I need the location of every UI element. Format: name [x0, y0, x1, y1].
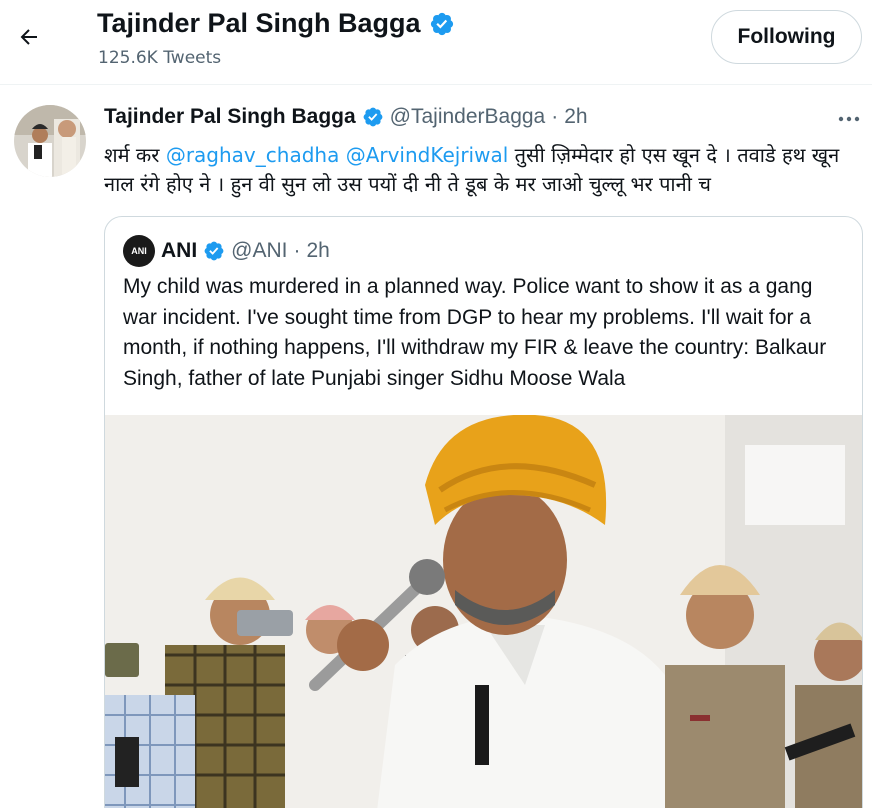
news-photo — [105, 415, 862, 808]
verified-badge-icon — [430, 12, 453, 35]
quote-header: ANI ANI @ANI · 2h — [123, 235, 330, 267]
quote-tweet-card[interactable]: ANI ANI @ANI · 2h My child was murdered … — [104, 216, 863, 808]
avatar-photo — [14, 105, 86, 177]
logo-text: ANI — [131, 246, 147, 256]
avatar[interactable] — [14, 105, 86, 177]
quote-text: My child was murdered in a planned way. … — [123, 275, 827, 390]
more-dots-icon — [838, 116, 860, 122]
more-button[interactable] — [832, 104, 866, 134]
back-button[interactable] — [10, 18, 48, 56]
tweet-time[interactable]: 2h — [564, 105, 587, 129]
ani-logo: ANI — [123, 235, 155, 267]
quote-author-name: ANI — [161, 239, 198, 262]
mention-link[interactable]: @raghav_chadha — [166, 143, 340, 167]
tweet-count: 125.6K Tweets — [98, 48, 222, 68]
tweet-text-start: शर्म कर — [104, 143, 166, 167]
meta-separator: · — [293, 239, 301, 262]
mention-link[interactable]: @ArvindKejriwal — [346, 143, 509, 167]
page-title: Tajinder Pal Singh Bagga — [97, 8, 421, 38]
author-handle[interactable]: @TajinderBagga — [390, 105, 546, 129]
arrow-left-icon — [20, 29, 37, 45]
tweet-text: शर्म कर @raghav_chadha @ArvindKejriwal त… — [104, 141, 864, 199]
profile-header: Tajinder Pal Singh Bagga 125.6K Tweets F… — [0, 0, 872, 85]
verified-badge-icon — [204, 241, 224, 261]
verified-badge-icon — [363, 107, 383, 127]
quote-time: 2h — [306, 239, 330, 262]
tweet-header: Tajinder Pal Singh Bagga @TajinderBagga … — [104, 105, 588, 129]
following-button[interactable]: Following — [711, 10, 862, 64]
quote-media-photo[interactable] — [105, 415, 862, 808]
author-name[interactable]: Tajinder Pal Singh Bagga — [104, 105, 356, 129]
meta-separator: · — [551, 105, 559, 128]
quote-author-handle: @ANI — [231, 239, 288, 262]
